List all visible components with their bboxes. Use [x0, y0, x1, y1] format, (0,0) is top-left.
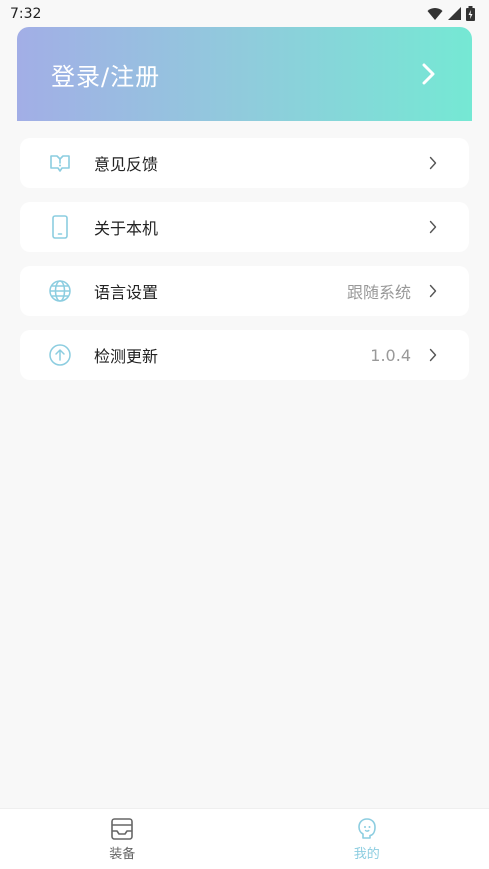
globe-icon: [48, 279, 72, 303]
tab-label: 我的: [353, 847, 380, 862]
menu-item-feedback[interactable]: 意见反馈: [20, 138, 469, 188]
menu-item-label: 检测更新: [94, 347, 159, 366]
status-time: 7:32: [10, 5, 42, 22]
equipment-icon: [111, 818, 134, 840]
tab-label: 装备: [109, 847, 136, 862]
language-value: 跟随系统: [346, 283, 411, 302]
menu-item-label: 意见反馈: [94, 155, 159, 174]
menu-item-check-update[interactable]: 检测更新 1.0.4: [20, 330, 469, 380]
chevron-right-icon: [429, 347, 439, 363]
chevron-right-icon: [422, 63, 435, 85]
version-value: 1.0.4: [370, 345, 411, 365]
menu-item-language[interactable]: 语言设置 跟随系统: [20, 266, 469, 316]
menu-item-label: 关于本机: [94, 219, 159, 238]
system-icons: [427, 6, 475, 21]
chevron-right-icon: [429, 283, 439, 299]
login-register-banner[interactable]: 登录/注册: [17, 27, 472, 121]
battery-icon: [466, 6, 475, 21]
login-register-title: 登录/注册: [51, 62, 161, 91]
tab-equipment[interactable]: 装备: [0, 809, 245, 869]
phone-icon: [48, 215, 72, 239]
feedback-icon: [48, 151, 72, 175]
menu-item-about[interactable]: 关于本机: [20, 202, 469, 252]
wifi-icon: [427, 7, 443, 20]
chevron-right-icon: [429, 219, 439, 235]
status-bar: 7:32: [0, 0, 489, 27]
bottom-tab-bar: 装备 我的: [0, 808, 489, 869]
menu-item-label: 语言设置: [94, 283, 159, 302]
tab-mine[interactable]: 我的: [245, 809, 489, 869]
chevron-right-icon: [429, 155, 439, 171]
upload-arrow-icon: [48, 343, 72, 367]
signal-icon: [448, 7, 461, 20]
profile-icon: [357, 818, 376, 839]
